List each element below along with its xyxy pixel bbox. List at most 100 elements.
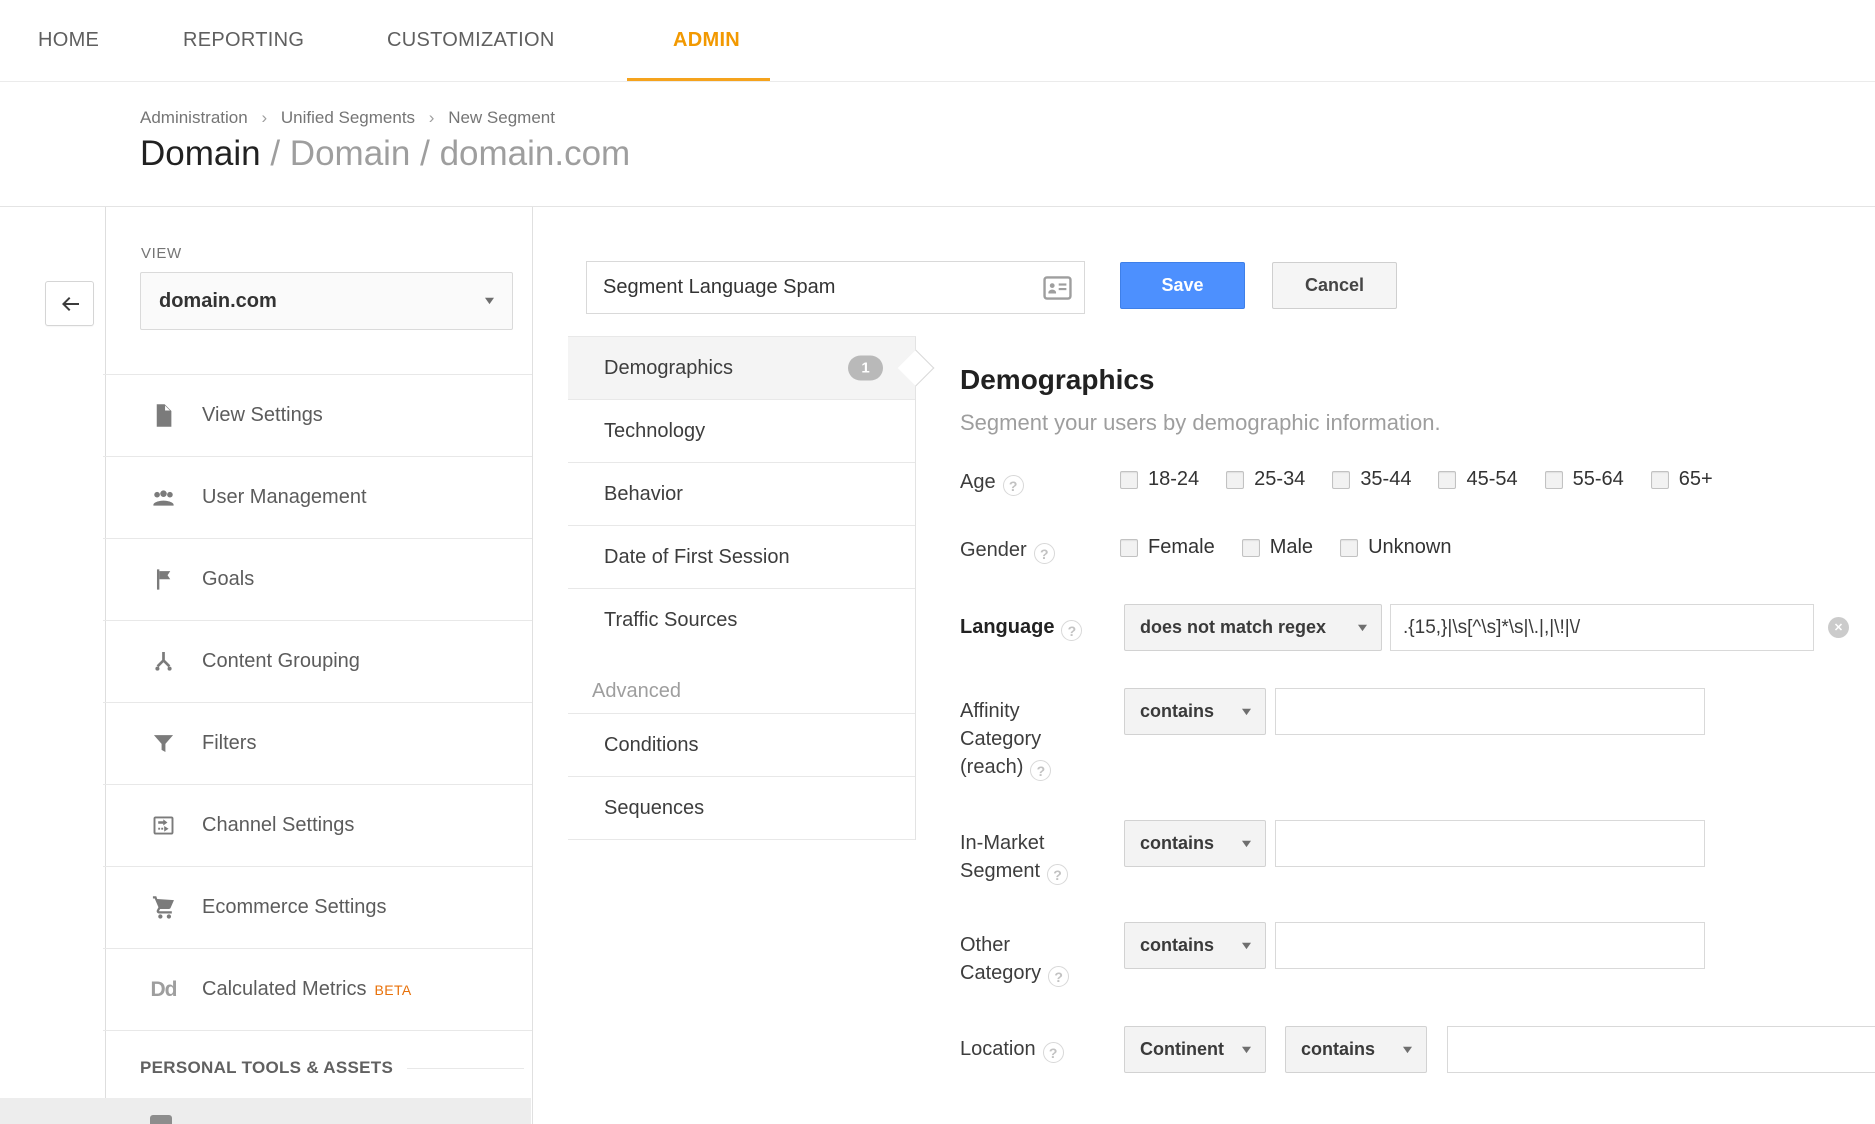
advanced-section-label: Advanced <box>568 652 915 714</box>
age-options: 18-24 25-34 35-44 45-54 55-64 65+ <box>1120 462 1713 491</box>
cart-icon <box>150 894 177 921</box>
location-dimension-dropdown[interactable]: Continent ▼ <box>1124 1026 1266 1073</box>
checkbox-label: 35-44 <box>1360 468 1411 491</box>
gender-label-text: Gender <box>960 539 1027 561</box>
language-operator-dropdown[interactable]: does not match regex ▼ <box>1124 604 1382 651</box>
help-icon[interactable]: ? <box>1061 620 1082 641</box>
checkbox-unknown[interactable] <box>1340 539 1358 557</box>
help-icon[interactable]: ? <box>1047 864 1068 885</box>
help-icon[interactable]: ? <box>1003 475 1024 496</box>
chevron-down-icon: ▼ <box>1239 940 1254 952</box>
tab-traffic-sources[interactable]: Traffic Sources <box>568 589 915 652</box>
help-icon[interactable]: ? <box>1034 543 1055 564</box>
sidebar-item-partial[interactable] <box>0 1098 531 1124</box>
location-operator-dropdown[interactable]: contains ▼ <box>1285 1026 1427 1073</box>
tab-demographics[interactable]: Demographics 1 <box>568 337 915 400</box>
advanced-label-text: Advanced <box>592 680 681 703</box>
location-value-input[interactable] <box>1447 1026 1875 1073</box>
dropdown-value: contains <box>1140 935 1214 956</box>
tab-label: Behavior <box>604 483 683 506</box>
gender-row: Gender? Female Male Unknown <box>960 530 1451 564</box>
checkbox-35-44[interactable] <box>1332 471 1350 489</box>
dd-icon: Dd <box>150 976 177 1003</box>
save-button[interactable]: Save <box>1120 262 1245 309</box>
language-value-input[interactable] <box>1390 604 1814 651</box>
sidebar-item-content-grouping[interactable]: Content Grouping <box>103 621 532 703</box>
collapse-sidebar-button[interactable] <box>45 281 94 326</box>
breadcrumb-administration[interactable]: Administration <box>140 108 248 127</box>
affinity-value-input[interactable] <box>1275 688 1705 735</box>
in-market-value-input[interactable] <box>1275 820 1705 867</box>
tab-sequences[interactable]: Sequences <box>568 777 915 840</box>
tab-label: Conditions <box>604 734 699 757</box>
checkbox-55-64[interactable] <box>1545 471 1563 489</box>
checkbox-label: Female <box>1148 536 1215 559</box>
panel-title: Demographics <box>960 364 1155 396</box>
demographics-panel: Demographics Segment your users by demog… <box>960 352 1875 1124</box>
view-selector-dropdown[interactable]: domain.com ▼ <box>140 272 513 330</box>
view-column-label: VIEW <box>141 245 182 262</box>
tab-label: Date of First Session <box>604 546 790 569</box>
tab-behavior[interactable]: Behavior <box>568 463 915 526</box>
contact-card-icon[interactable] <box>1043 276 1072 300</box>
sidebar-item-channel-settings[interactable]: Channel Settings <box>103 785 532 867</box>
nav-admin[interactable]: ADMIN <box>673 0 740 81</box>
in-market-label-text: In-Market Segment <box>960 832 1044 882</box>
sidebar-item-calculated-metrics[interactable]: Dd Calculated Metrics BETA <box>103 949 532 1031</box>
sidebar-item-label: Calculated Metrics <box>202 978 367 1001</box>
affinity-operator-dropdown[interactable]: contains ▼ <box>1124 688 1266 735</box>
checkbox-65plus[interactable] <box>1651 471 1669 489</box>
checkbox-label: 18-24 <box>1148 468 1199 491</box>
sidebar-item-user-management[interactable]: User Management <box>103 457 532 539</box>
tab-technology[interactable]: Technology <box>568 400 915 463</box>
age-row: Age? 18-24 25-34 35-44 45-54 55-64 65+ <box>960 462 1713 496</box>
age-option: 25-34 <box>1226 468 1305 491</box>
users-icon <box>150 484 177 511</box>
age-label: Age? <box>960 462 1120 496</box>
clear-icon[interactable]: ✕ <box>1828 617 1849 638</box>
other-category-label-text: Other Category <box>960 934 1041 984</box>
sidebar-item-label: Goals <box>202 568 254 591</box>
tab-label: Demographics <box>604 357 733 380</box>
dropdown-value: Continent <box>1140 1039 1224 1060</box>
sidebar-item-label: View Settings <box>202 404 323 427</box>
in-market-operator-dropdown[interactable]: contains ▼ <box>1124 820 1266 867</box>
segment-name-input[interactable] <box>587 262 1084 313</box>
age-option: 35-44 <box>1332 468 1411 491</box>
cancel-button[interactable]: Cancel <box>1272 262 1397 309</box>
chevron-down-icon: ▼ <box>1355 622 1370 634</box>
nav-home[interactable]: HOME <box>38 0 99 81</box>
checkbox-25-34[interactable] <box>1226 471 1244 489</box>
breadcrumb-new-segment[interactable]: New Segment <box>448 108 555 127</box>
location-label-text: Location <box>960 1038 1036 1060</box>
segments-icon-partial <box>150 1115 172 1124</box>
sidebar-item-view-settings[interactable]: View Settings <box>103 375 532 457</box>
sidebar-item-ecommerce-settings[interactable]: Ecommerce Settings <box>103 867 532 949</box>
tab-date-of-first-session[interactable]: Date of First Session <box>568 526 915 589</box>
checkbox-male[interactable] <box>1242 539 1260 557</box>
affinity-category-label: Affinity Category (reach)? <box>960 688 1094 781</box>
arrow-left-icon <box>58 292 82 316</box>
section-rule <box>407 1068 524 1069</box>
age-option: 45-54 <box>1438 468 1517 491</box>
sidebar-item-goals[interactable]: Goals <box>103 539 532 621</box>
sidebar-item-filters[interactable]: Filters <box>103 703 532 785</box>
checkbox-label: Male <box>1270 536 1313 559</box>
breadcrumb-unified-segments[interactable]: Unified Segments <box>281 108 415 127</box>
language-label-text: Language <box>960 616 1054 638</box>
checkbox-label: 55-64 <box>1573 468 1624 491</box>
nav-reporting[interactable]: REPORTING <box>183 0 304 81</box>
tab-conditions[interactable]: Conditions <box>568 714 915 777</box>
checkbox-female[interactable] <box>1120 539 1138 557</box>
beta-badge: BETA <box>375 982 412 998</box>
help-icon[interactable]: ? <box>1043 1042 1064 1063</box>
other-category-operator-dropdown[interactable]: contains ▼ <box>1124 922 1266 969</box>
checkbox-45-54[interactable] <box>1438 471 1456 489</box>
other-category-value-input[interactable] <box>1275 922 1705 969</box>
help-icon[interactable]: ? <box>1030 760 1051 781</box>
dd-icon-glyph: Dd <box>151 978 177 1002</box>
nav-customization[interactable]: CUSTOMIZATION <box>387 0 555 81</box>
help-icon[interactable]: ? <box>1048 966 1069 987</box>
checkbox-18-24[interactable] <box>1120 471 1138 489</box>
breadcrumb: Administration › Unified Segments › New … <box>140 108 555 128</box>
